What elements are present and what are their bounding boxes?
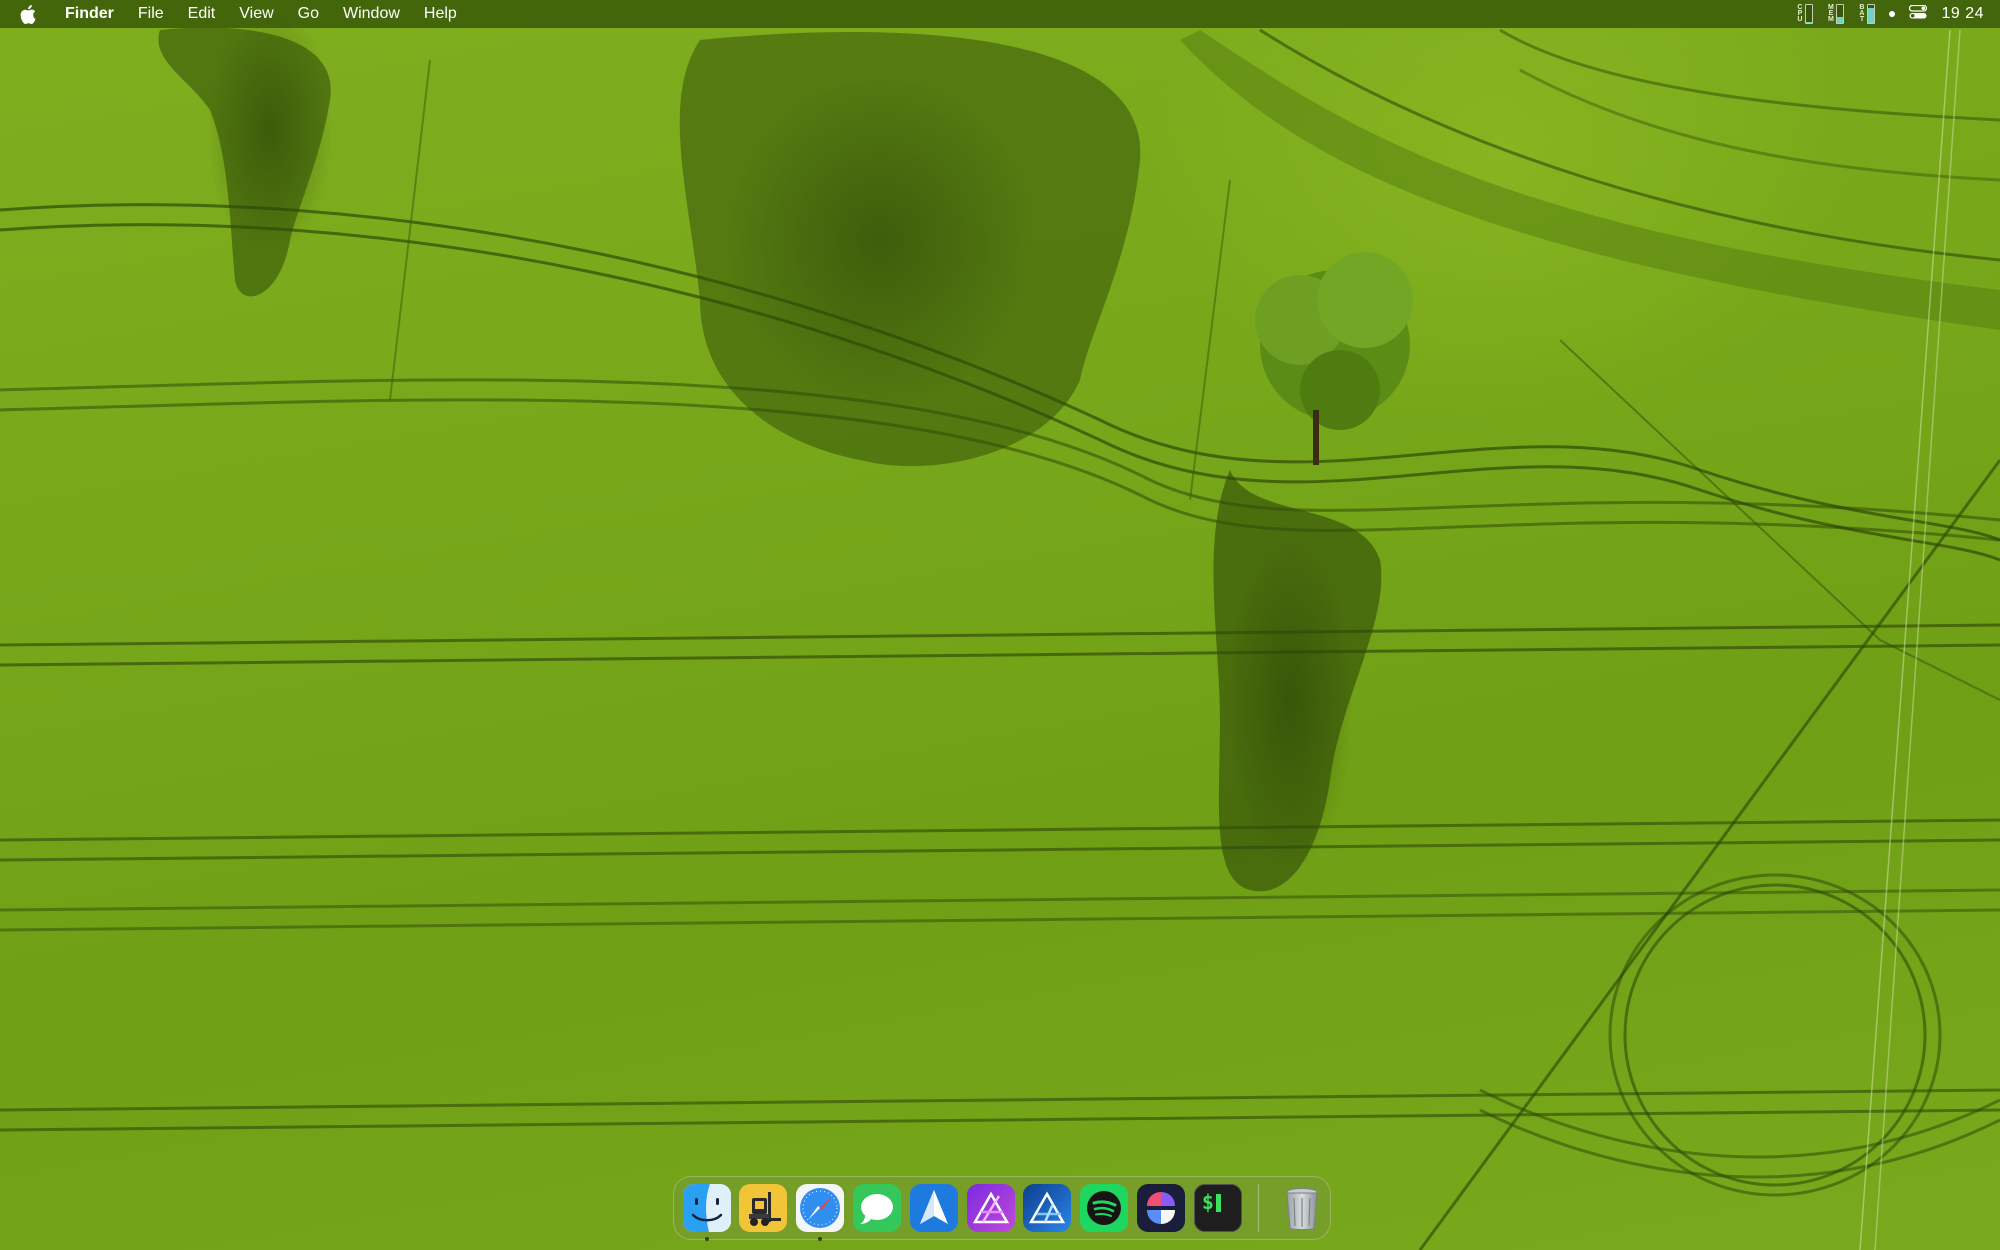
dock-app-terminal[interactable]: $: [1193, 1183, 1243, 1233]
spotify-icon: [1080, 1184, 1129, 1232]
dock: $: [673, 1176, 1331, 1241]
safari-compass-icon: [796, 1184, 845, 1232]
menu-window[interactable]: Window: [331, 0, 412, 28]
menu-view[interactable]: View: [227, 0, 285, 28]
menu-app-finder[interactable]: Finder: [62, 0, 126, 28]
menu-edit[interactable]: Edit: [176, 0, 228, 28]
cpu-monitor[interactable]: CPU: [1796, 4, 1814, 24]
affinity-photo-icon: [966, 1184, 1015, 1232]
affinity-designer-icon: [1023, 1184, 1072, 1232]
dock-app-messages[interactable]: [852, 1183, 902, 1233]
trash-icon: [1278, 1184, 1326, 1232]
status-dot-icon[interactable]: [1889, 11, 1896, 17]
dock-app-setapp[interactable]: [1136, 1183, 1186, 1233]
dock-app-spark[interactable]: [909, 1183, 959, 1233]
menu-help[interactable]: Help: [412, 0, 469, 28]
terminal-icon: $: [1193, 1184, 1242, 1232]
terminal-prompt-glyph: $: [1201, 1190, 1214, 1214]
dock-app-finder[interactable]: [682, 1183, 732, 1241]
dock-app-safari[interactable]: [795, 1183, 845, 1241]
menu-file[interactable]: File: [126, 0, 176, 28]
bat-label: BAT: [1859, 4, 1865, 23]
wallpaper-field-lines: [0, 27, 2000, 1250]
messages-bubble-icon: [852, 1184, 901, 1232]
mem-meter: [1836, 4, 1845, 24]
bat-meter: [1867, 4, 1876, 24]
menu-clock[interactable]: 19 24: [1941, 5, 1984, 23]
dock-app-affinity-designer[interactable]: [1022, 1183, 1072, 1233]
dock-app-affinity-photo[interactable]: [966, 1183, 1016, 1233]
cpu-label: CPU: [1797, 4, 1803, 23]
running-indicator: [704, 1237, 709, 1241]
menu-bar: Finder File Edit View Go Window Help CPU…: [0, 0, 2000, 28]
apple-logo-icon[interactable]: [20, 4, 42, 24]
battery-monitor[interactable]: BAT: [1858, 4, 1876, 24]
dock-trash[interactable]: [1277, 1183, 1327, 1233]
mem-label: MEM: [1828, 4, 1834, 23]
dock-app-forklift[interactable]: [738, 1183, 788, 1233]
dock-app-spotify[interactable]: [1079, 1183, 1129, 1233]
setapp-icon: [1137, 1184, 1185, 1232]
paper-plane-icon: [909, 1184, 958, 1232]
forklift-icon: [739, 1184, 788, 1232]
dock-separator: [1258, 1184, 1260, 1232]
finder-icon: [682, 1184, 731, 1232]
cpu-meter: [1805, 4, 1814, 24]
control-center-icon[interactable]: [1909, 4, 1928, 24]
desktop-wallpaper: [0, 0, 2000, 1250]
menu-go[interactable]: Go: [286, 0, 331, 28]
memory-monitor[interactable]: MEM: [1827, 4, 1845, 24]
